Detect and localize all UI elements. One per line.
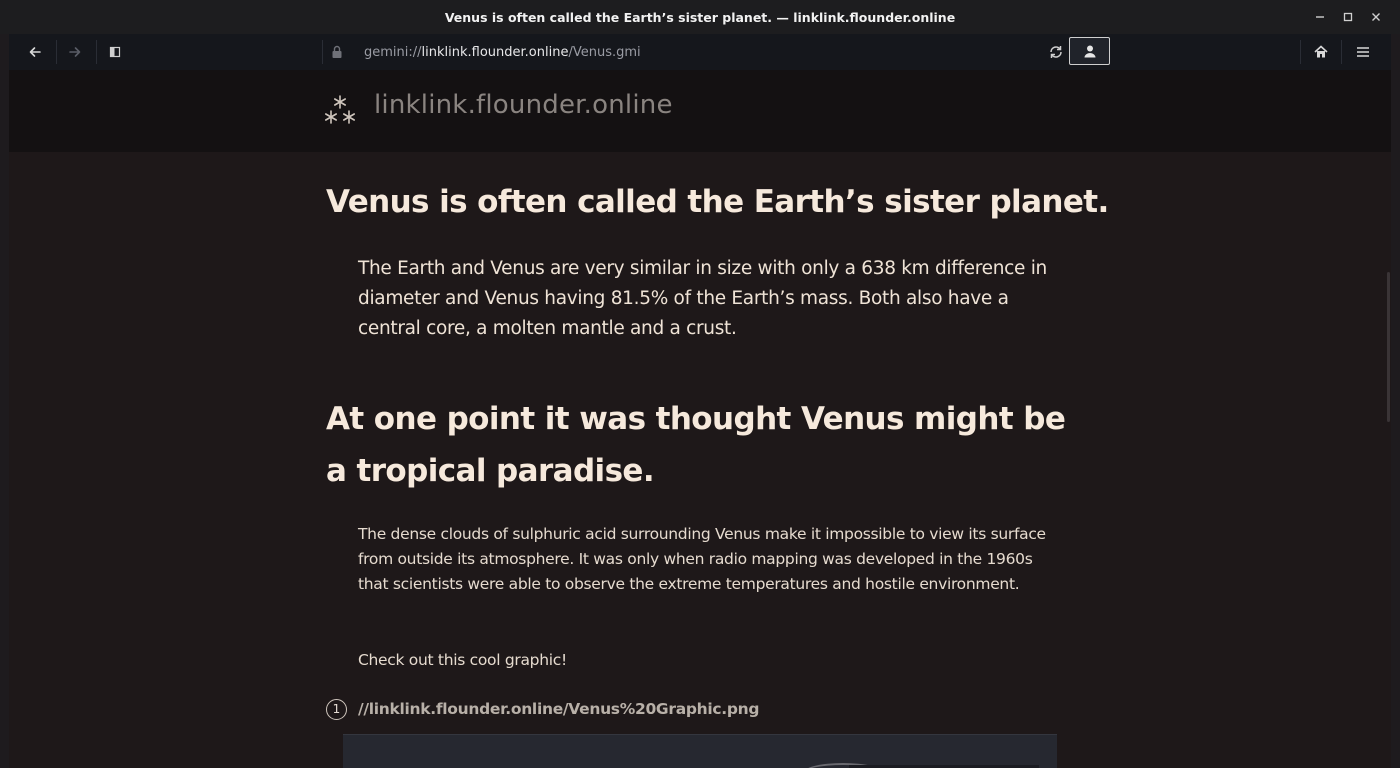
window-titlebar: Venus is often called the Earth’s sister… [0, 0, 1400, 34]
url-bar[interactable]: gemini://linklink.flounder.online/Venus.… [322, 38, 1110, 66]
site-name: linklink.flounder.online [374, 90, 673, 120]
heading-sister-planet: Venus is often called the Earth’s sister… [326, 184, 1109, 220]
toolbar-separator [1300, 40, 1301, 64]
sidebar-toggle-button[interactable] [97, 38, 133, 66]
home-icon [1314, 45, 1328, 58]
sidebar-icon [109, 46, 121, 58]
reload-icon [1050, 46, 1062, 58]
url-host: linklink.flounder.online [421, 44, 569, 60]
url-path: /Venus.gmi [568, 44, 641, 60]
image-preview[interactable] [343, 734, 1057, 768]
scrollbar[interactable] [1383, 152, 1391, 768]
minimize-icon[interactable] [1306, 3, 1334, 31]
site-banner: linklink.flounder.online [9, 70, 1391, 152]
forward-arrow-icon [69, 47, 81, 57]
asterism-logo-icon[interactable] [324, 94, 356, 128]
toolbar-separator [1341, 40, 1342, 64]
identity-button[interactable] [1069, 37, 1110, 65]
page-content: Venus is often called the Earth’s sister… [9, 152, 1391, 768]
close-icon[interactable] [1362, 3, 1390, 31]
hamburger-menu-icon [1357, 47, 1369, 57]
paragraph-cool-graphic: Check out this cool graphic! [358, 651, 567, 669]
person-icon [1084, 45, 1095, 58]
back-arrow-icon [29, 47, 41, 57]
home-button[interactable] [1303, 38, 1339, 66]
link-number-badge: 1 [326, 698, 347, 720]
scrollbar-thumb[interactable] [1387, 272, 1390, 422]
menu-button[interactable] [1345, 38, 1381, 66]
url-scheme: gemini:// [364, 44, 422, 60]
paragraph-size-comparison: The Earth and Venus are very similar in … [358, 258, 1047, 339]
url-text[interactable]: gemini://linklink.flounder.online/Venus.… [364, 45, 641, 60]
back-button[interactable] [17, 38, 53, 66]
forward-button[interactable] [57, 38, 93, 66]
reload-button[interactable] [1043, 38, 1069, 66]
lock-icon[interactable] [322, 45, 352, 59]
link-text[interactable]: //linklink.flounder.online/Venus%20Graph… [358, 700, 760, 718]
maximize-icon[interactable] [1334, 3, 1362, 31]
window-title: Venus is often called the Earth’s sister… [444, 9, 956, 25]
window-controls [1306, 0, 1390, 34]
navigation-toolbar: gemini://linklink.flounder.online/Venus.… [9, 34, 1391, 70]
heading-tropical-paradise: At one point it was thought Venus might … [326, 401, 1066, 489]
gemini-link[interactable]: 1 //linklink.flounder.online/Venus%20Gra… [326, 697, 760, 721]
paragraph-sulphuric-clouds: The dense clouds of sulphuric acid surro… [358, 525, 1046, 593]
